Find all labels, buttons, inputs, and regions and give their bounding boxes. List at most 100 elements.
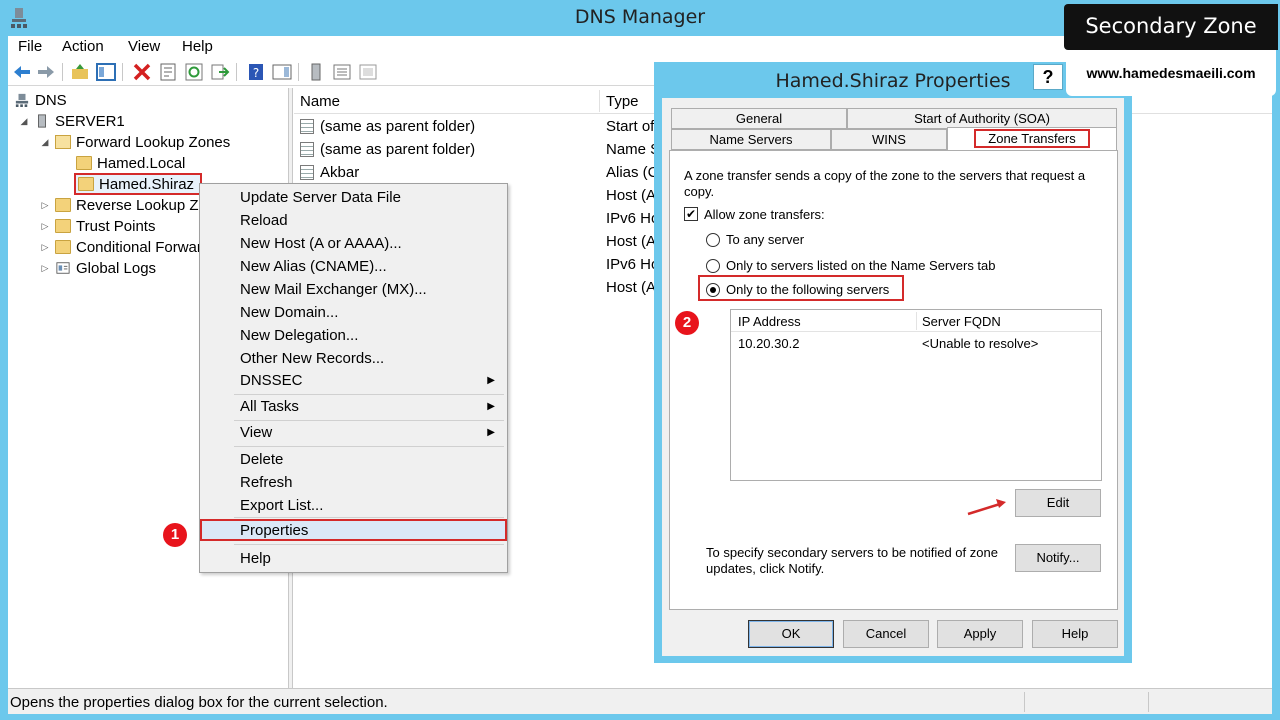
tree-item-trust-points[interactable]: ▷ Trust Points <box>39 216 156 236</box>
tree-label: Global Logs <box>76 259 157 277</box>
menu-item-new-domain[interactable]: New Domain... <box>200 302 507 324</box>
list-view-icon[interactable] <box>332 62 352 82</box>
radio-any-server[interactable] <box>706 233 720 247</box>
status-divider <box>1024 692 1025 712</box>
notify-button[interactable]: Notify... <box>1015 544 1101 572</box>
menu-help[interactable]: Help <box>182 38 213 55</box>
menu-action[interactable]: Action <box>62 38 104 55</box>
status-bar: Opens the properties dialog box for the … <box>8 688 1272 714</box>
tab-name-servers[interactable]: Name Servers <box>671 129 831 150</box>
submenu-arrow-icon: ▶ <box>487 427 495 438</box>
tab-wins[interactable]: WINS <box>831 129 947 150</box>
menu-item-new-delegation[interactable]: New Delegation... <box>200 325 507 347</box>
menu-item-dnssec[interactable]: DNSSEC ▶ <box>200 370 507 392</box>
radio-following-servers-label[interactable]: Only to the following servers <box>726 282 889 297</box>
menu-item-all-tasks[interactable]: All Tasks ▶ <box>200 396 507 418</box>
folder-icon <box>55 240 71 254</box>
column-header-type[interactable]: Type <box>606 93 639 110</box>
menu-item-label: All Tasks <box>240 398 299 415</box>
menu-item-export-list[interactable]: Export List... <box>200 495 507 517</box>
radio-name-servers[interactable] <box>706 259 720 273</box>
menu-item-reload[interactable]: Reload <box>200 210 507 232</box>
tab-start-of-authority[interactable]: Start of Authority (SOA) <box>847 108 1117 129</box>
tab-zone-transfers[interactable]: Zone Transfers <box>947 127 1117 151</box>
folder-icon <box>55 198 71 212</box>
refresh-icon[interactable] <box>184 62 204 82</box>
collapsed-triangle-icon[interactable]: ▷ <box>39 200 51 211</box>
server-fqdn: <Unable to resolve> <box>922 336 1039 351</box>
action-pane-icon[interactable] <box>272 62 292 82</box>
tree-label: SERVER1 <box>55 112 125 130</box>
radio-any-server-label[interactable]: To any server <box>726 232 804 247</box>
apply-button[interactable]: Apply <box>937 620 1023 648</box>
menu-separator <box>234 517 504 518</box>
edit-button[interactable]: Edit <box>1015 489 1101 517</box>
help-book-icon[interactable]: ? <box>246 62 266 82</box>
zone-transfer-description: A zone transfer sends a copy of the zone… <box>684 168 1086 199</box>
expanded-triangle-icon[interactable]: ◢ <box>18 116 30 127</box>
website-label: www.hamedesmaeili.com <box>1066 50 1276 96</box>
tree-item-server1[interactable]: ◢ SERVER1 <box>18 111 125 131</box>
tree-item-hamed-local[interactable]: Hamed.Local <box>76 153 185 173</box>
record-icon <box>300 142 314 157</box>
menu-item-other-new-records[interactable]: Other New Records... <box>200 348 507 370</box>
ok-button[interactable]: OK <box>748 620 834 648</box>
allow-zone-transfers-label[interactable]: Allow zone transfers: <box>704 207 825 222</box>
filter-icon[interactable] <box>358 62 378 82</box>
radio-following-servers[interactable] <box>706 283 720 297</box>
tree-item-forward-lookup-zones[interactable]: ◢ Forward Lookup Zones <box>39 132 231 152</box>
allow-zone-transfers-checkbox[interactable]: ✔ <box>684 207 698 221</box>
zone-transfers-panel: A zone transfer sends a copy of the zone… <box>669 150 1118 610</box>
server-row[interactable]: 10.20.30.2 <Unable to resolve> <box>731 334 1101 354</box>
expanded-triangle-icon[interactable]: ◢ <box>39 137 51 148</box>
step-badge-2: 2 <box>675 311 699 335</box>
menu-separator <box>234 420 504 421</box>
menu-item-refresh[interactable]: Refresh <box>200 472 507 494</box>
dialog-body: General Start of Authority (SOA) Name Se… <box>662 98 1124 656</box>
zone-icon <box>78 177 94 191</box>
tree-item-global-logs[interactable]: ▷ Global Logs <box>39 258 157 278</box>
back-arrow-icon[interactable] <box>12 62 32 82</box>
menu-item-help[interactable]: Help <box>200 548 507 570</box>
tree-item-hamed-shiraz[interactable]: Hamed.Shiraz <box>74 173 202 195</box>
record-name: (same as parent folder) <box>320 141 476 158</box>
dialog-help-button[interactable]: ? <box>1033 64 1063 90</box>
up-folder-icon[interactable] <box>70 62 90 82</box>
toolbar-separator <box>122 63 123 81</box>
menu-item-new-host[interactable]: New Host (A or AAAA)... <box>200 233 507 255</box>
menu-view[interactable]: View <box>128 38 160 55</box>
column-header-server-fqdn[interactable]: Server FQDN <box>922 314 1001 329</box>
tree-item-dns[interactable]: DNS <box>14 90 67 110</box>
tab-general[interactable]: General <box>671 108 847 129</box>
radio-name-servers-label[interactable]: Only to servers listed on the Name Serve… <box>726 258 996 273</box>
server-icon[interactable] <box>306 62 326 82</box>
menu-file[interactable]: File <box>18 38 42 55</box>
tree-label: Forward Lookup Zones <box>76 133 231 151</box>
collapsed-triangle-icon[interactable]: ▷ <box>39 242 51 253</box>
column-header-ip-address[interactable]: IP Address <box>738 314 801 329</box>
toolbar-separator <box>298 63 299 81</box>
show-hide-tree-icon[interactable] <box>96 62 116 82</box>
column-divider[interactable] <box>599 90 600 112</box>
menu-item-update-server-data-file[interactable]: Update Server Data File <box>200 187 507 209</box>
context-menu: Update Server Data File Reload New Host … <box>199 183 508 573</box>
tree-label: Hamed.Local <box>97 154 186 172</box>
collapsed-triangle-icon[interactable]: ▷ <box>39 263 51 274</box>
collapsed-triangle-icon[interactable]: ▷ <box>39 221 51 232</box>
export-icon[interactable] <box>210 62 230 82</box>
forward-arrow-icon[interactable] <box>36 62 56 82</box>
column-divider[interactable] <box>916 312 917 330</box>
column-header-name[interactable]: Name <box>300 93 340 110</box>
properties-icon[interactable] <box>158 62 178 82</box>
record-type: Host (A) <box>606 279 662 296</box>
menu-item-properties[interactable]: Properties <box>200 519 507 541</box>
cancel-button[interactable]: Cancel <box>843 620 929 648</box>
delete-icon[interactable] <box>132 62 152 82</box>
menu-item-view[interactable]: View ▶ <box>200 422 507 444</box>
servers-list[interactable]: IP Address Server FQDN 10.20.30.2 <Unabl… <box>730 309 1102 481</box>
toolbar-separator <box>236 63 237 81</box>
menu-item-new-alias[interactable]: New Alias (CNAME)... <box>200 256 507 278</box>
menu-item-new-mail-exchanger[interactable]: New Mail Exchanger (MX)... <box>200 279 507 301</box>
menu-item-delete[interactable]: Delete <box>200 449 507 471</box>
help-button[interactable]: Help <box>1032 620 1118 648</box>
